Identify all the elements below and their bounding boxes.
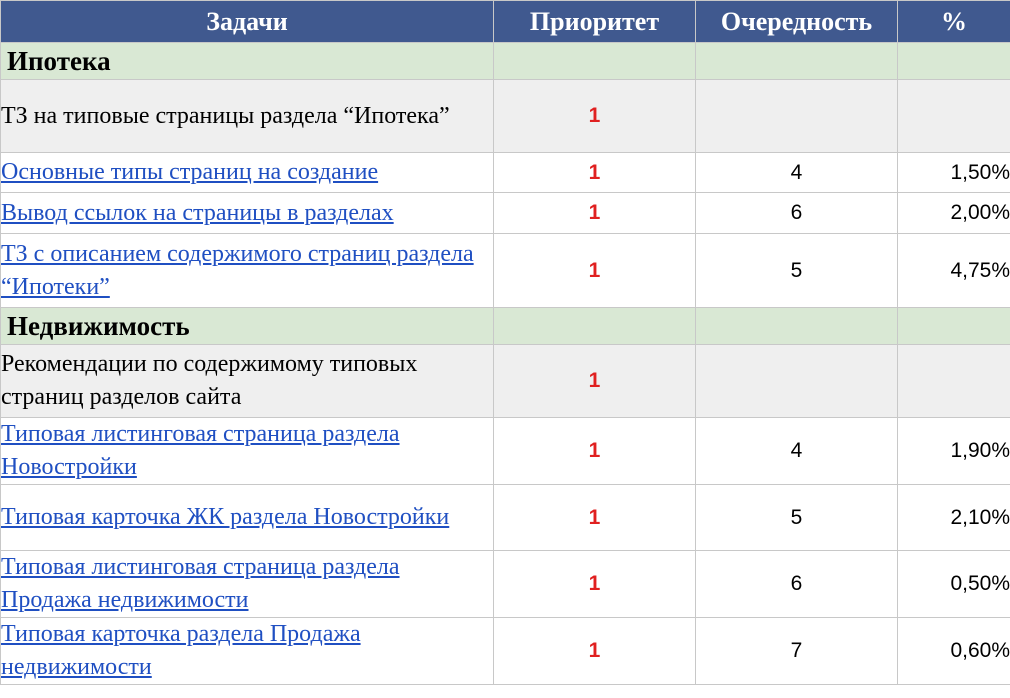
priority-cell: 1 xyxy=(493,550,696,618)
task-cell: Основные типы страниц на создание xyxy=(0,152,494,193)
task-link[interactable]: Типовая карточка раздела Продажа недвижи… xyxy=(1,621,361,680)
task-cell: Типовая листинговая страница раздела Про… xyxy=(0,550,494,618)
priority-cell: 1 xyxy=(493,79,696,153)
order-cell xyxy=(695,344,898,418)
task-cell: ТЗ на типовые страницы раздела “Ипотека” xyxy=(0,79,494,153)
percent-cell xyxy=(897,344,1010,418)
table-row: ТЗ с описанием содержимого страниц разде… xyxy=(0,233,1010,308)
task-link[interactable]: Основные типы страниц на создание xyxy=(1,159,378,185)
priority-cell: 1 xyxy=(493,344,696,418)
section-title: Ипотека xyxy=(0,42,494,80)
table-row: ТЗ на типовые страницы раздела “Ипотека”… xyxy=(0,79,1010,153)
table-row: Типовая листинговая страница раздела Нов… xyxy=(0,417,1010,485)
priority-cell: 1 xyxy=(493,417,696,485)
order-cell: 4 xyxy=(695,152,898,193)
order-cell: 6 xyxy=(695,550,898,618)
task-cell: Типовая карточка раздела Продажа недвижи… xyxy=(0,617,494,685)
task-cell: Рекомендации по содержимому типовых стра… xyxy=(0,344,494,418)
percent-cell: 1,50% xyxy=(897,152,1010,193)
section-cell xyxy=(695,42,898,80)
priority-cell: 1 xyxy=(493,233,696,308)
order-cell: 4 xyxy=(695,417,898,485)
column-header-order[interactable]: Очередность xyxy=(695,0,898,43)
order-cell: 5 xyxy=(695,484,898,551)
task-link[interactable]: Типовая листинговая страница раздела Про… xyxy=(1,554,400,613)
task-link[interactable]: Типовая листинговая страница раздела Нов… xyxy=(1,421,400,480)
percent-cell: 4,75% xyxy=(897,233,1010,308)
table-row: Типовая карточка раздела Продажа недвижи… xyxy=(0,617,1010,685)
percent-cell: 1,90% xyxy=(897,417,1010,485)
order-cell: 7 xyxy=(695,617,898,685)
column-header-priority[interactable]: Приоритет xyxy=(493,0,696,43)
priority-cell: 1 xyxy=(493,484,696,551)
section-cell xyxy=(897,42,1010,80)
task-cell: Типовая листинговая страница раздела Нов… xyxy=(0,417,494,485)
section-cell xyxy=(493,307,696,345)
order-cell: 6 xyxy=(695,192,898,234)
priority-cell: 1 xyxy=(493,152,696,193)
section-cell xyxy=(897,307,1010,345)
column-header-percent[interactable]: % xyxy=(897,0,1010,43)
task-link[interactable]: Вывод ссылок на страницы в разделах xyxy=(1,200,394,226)
task-link[interactable]: ТЗ с описанием содержимого страниц разде… xyxy=(1,241,474,300)
tasks-table: Задачи Приоритет Очередность % Ипотека Т… xyxy=(0,0,1010,685)
percent-cell: 0,60% xyxy=(897,617,1010,685)
percent-cell: 2,10% xyxy=(897,484,1010,551)
percent-cell: 0,50% xyxy=(897,550,1010,618)
table-row: Вывод ссылок на страницы в разделах 1 6 … xyxy=(0,192,1010,234)
table-row: Рекомендации по содержимому типовых стра… xyxy=(0,344,1010,418)
section-title: Недвижимость xyxy=(0,307,494,345)
table-row: Типовая листинговая страница раздела Про… xyxy=(0,550,1010,618)
task-link[interactable]: Типовая карточка ЖК раздела Новостройки xyxy=(1,504,449,530)
task-label: Рекомендации по содержимому типовых стра… xyxy=(1,351,418,410)
table-row: Основные типы страниц на создание 1 4 1,… xyxy=(0,152,1010,193)
percent-cell xyxy=(897,79,1010,153)
priority-cell: 1 xyxy=(493,617,696,685)
table-row: Типовая карточка ЖК раздела Новостройки … xyxy=(0,484,1010,551)
order-cell: 5 xyxy=(695,233,898,308)
task-label: ТЗ на типовые страницы раздела “Ипотека” xyxy=(1,102,450,129)
order-cell xyxy=(695,79,898,153)
header-row: Задачи Приоритет Очередность % xyxy=(0,0,1010,43)
priority-cell: 1 xyxy=(493,192,696,234)
column-header-task[interactable]: Задачи xyxy=(0,0,494,43)
section-row-real-estate: Недвижимость xyxy=(0,307,1010,345)
task-cell: Типовая карточка ЖК раздела Новостройки xyxy=(0,484,494,551)
section-row-mortgage: Ипотека xyxy=(0,42,1010,80)
section-cell xyxy=(493,42,696,80)
section-cell xyxy=(695,307,898,345)
task-cell: Вывод ссылок на страницы в разделах xyxy=(0,192,494,234)
task-cell: ТЗ с описанием содержимого страниц разде… xyxy=(0,233,494,308)
percent-cell: 2,00% xyxy=(897,192,1010,234)
